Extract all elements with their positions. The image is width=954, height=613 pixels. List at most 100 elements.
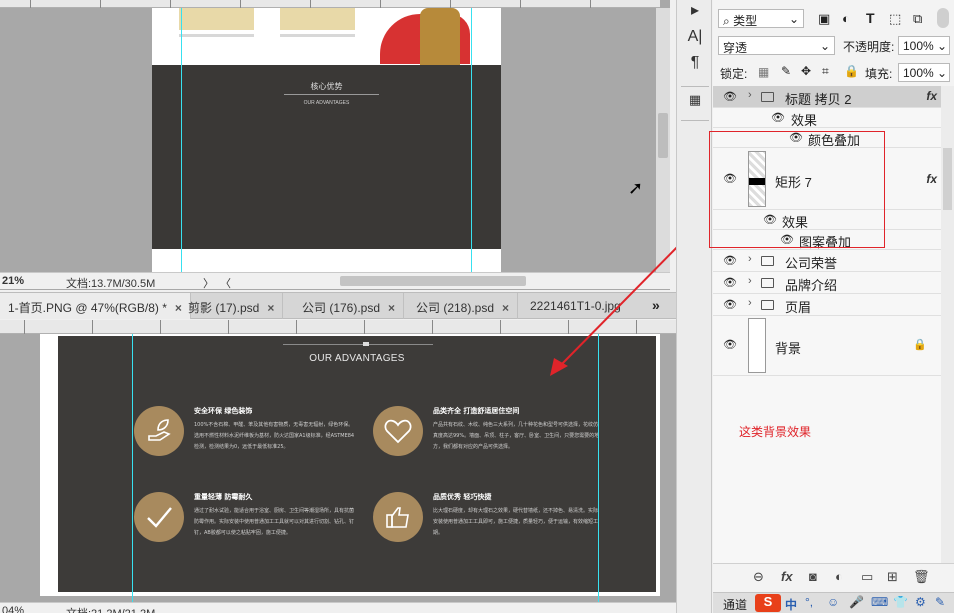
layer-row[interactable]: 👁 › 品牌介绍	[713, 272, 941, 294]
fill-label: 填充:	[865, 67, 893, 81]
character-panel-icon[interactable]: A|	[683, 28, 707, 50]
layer-thumbnail	[748, 318, 766, 373]
feature-text: 产品共有石纹、木纹、纯色三大系列，几十种花色和型号可供选择，花纹仿真度高达99%…	[433, 422, 600, 450]
tab-1-home[interactable]: 1-首页.PNG @ 47%(RGB/8) * ×	[0, 293, 191, 319]
fx-icon[interactable]: fx	[926, 172, 937, 186]
paragraph-panel-icon[interactable]: ¶	[683, 54, 707, 76]
opacity-input[interactable]: 100% ⌄	[898, 36, 950, 55]
microphone-icon[interactable]: 🎤	[849, 595, 864, 609]
guide-line[interactable]	[132, 334, 133, 604]
feature-text: 比大理石硬度，却有大理石之效果，硬代替墙纸，还不掉色、易清洗。实际安装使用普通加…	[433, 508, 599, 536]
layers-scrollbar[interactable]	[941, 86, 954, 564]
settings-icon[interactable]: ⚙	[915, 595, 926, 609]
feature-heading: 重量轻薄 防霉耐久	[194, 493, 253, 501]
status-bar: 04% 文档:21.2M/21.2M	[0, 602, 676, 613]
type-filter-icon[interactable]: T	[866, 10, 875, 26]
thumbs-up-icon	[373, 492, 423, 542]
lock-icon: 🔒	[913, 339, 927, 351]
visibility-eye-icon[interactable]: 👁	[771, 111, 785, 124]
blend-mode-select[interactable]: 穿透 ⌄	[718, 36, 835, 55]
fill-input[interactable]: 100% ⌄	[898, 63, 950, 82]
mask-icon[interactable]: ◙	[809, 569, 817, 584]
ime-logo-icon: S	[755, 594, 781, 612]
lock-image-icon[interactable]: ✎	[781, 64, 791, 78]
image-filter-icon[interactable]: ▣	[818, 11, 830, 27]
lock-transparent-icon[interactable]: ▦	[758, 65, 769, 79]
folder-icon	[761, 92, 774, 102]
expand-arrow-icon[interactable]: ›	[748, 275, 752, 287]
scroll-left-icon[interactable]: 〈	[220, 275, 231, 290]
visibility-eye-icon[interactable]: 👁	[723, 338, 737, 351]
keyboard-icon[interactable]: ⌨	[871, 595, 888, 609]
section-title: 核心优势	[310, 82, 343, 91]
layer-row[interactable]: 👁 背景 🔒	[713, 316, 941, 376]
highlight-box	[709, 131, 885, 248]
hand-leaf-icon	[134, 406, 184, 456]
doc-info: 文档:13.7M/30.5M	[66, 278, 156, 290]
heart-icon	[373, 406, 423, 456]
filter-kind-select[interactable]: ⌕ 类型 ⌄	[718, 9, 804, 28]
lock-artboard-icon[interactable]: ⌗	[822, 64, 829, 79]
zoom-level[interactable]: 21%	[2, 275, 24, 287]
close-icon[interactable]: ×	[502, 301, 509, 315]
opacity-label: 不透明度:	[843, 40, 895, 54]
doc-info: 文档:21.2M/21.2M	[66, 605, 155, 613]
feature-text: 100%不含石棉、甲醛、苯及其他有害物质，无毒害无辐射，绿色环保。选用不燃性材料…	[194, 422, 355, 450]
channels-tab[interactable]: 通道	[723, 596, 747, 613]
folder-icon	[761, 256, 774, 266]
close-icon[interactable]: ×	[267, 301, 274, 315]
feature-heading: 品类齐全 打造舒适居住空间	[433, 407, 520, 415]
visibility-eye-icon[interactable]: 👁	[723, 276, 737, 289]
adjustment-filter-icon[interactable]: ◐	[842, 11, 850, 26]
fx-icon[interactable]: fx	[781, 569, 793, 584]
trash-icon[interactable]: 🗑	[913, 569, 930, 585]
link-icon[interactable]: ⊖	[753, 569, 764, 585]
feature-heading: 品质优秀 轻巧快捷	[433, 493, 492, 501]
play-action-icon[interactable]: ▸	[683, 0, 707, 22]
tab-silhouette[interactable]: 剪影 (17).psd ×	[180, 293, 284, 319]
effects-row[interactable]: 👁 效果	[713, 108, 941, 128]
filter-toggle[interactable]	[937, 8, 949, 28]
ime-mode-label[interactable]: 中	[785, 596, 797, 613]
fx-icon[interactable]: fx	[926, 89, 937, 103]
punctuation-icon[interactable]: °,	[805, 595, 813, 609]
section-subtitle: OUR ADVANTAGES	[303, 100, 350, 106]
visibility-eye-icon[interactable]: 👁	[723, 90, 737, 103]
guide-line[interactable]	[181, 8, 182, 272]
folder-icon	[761, 300, 774, 310]
annotation-text: 这类背景效果	[739, 425, 812, 439]
lock-all-icon[interactable]: 🔒	[844, 64, 859, 78]
expand-arrow-icon[interactable]: ›	[748, 297, 752, 309]
emoji-icon[interactable]: ☺	[827, 595, 839, 609]
new-layer-icon[interactable]: ⊞	[887, 569, 898, 585]
feature-text: 通过了耐水试验，能适合用于浴室、厨房、卫生间等潮湿场所，具有抗菌防霉作用。实际安…	[194, 508, 355, 536]
tab-company-218[interactable]: 公司 (218).psd ×	[408, 293, 519, 319]
visibility-eye-icon[interactable]: 👁	[723, 298, 737, 311]
expand-arrow-icon[interactable]: ›	[748, 89, 752, 101]
expand-arrow-icon[interactable]: ›	[748, 253, 752, 265]
zoom-level[interactable]: 04%	[2, 605, 24, 613]
3d-panel-icon[interactable]: ▦	[683, 92, 707, 114]
layer-row[interactable]: 👁 › 公司荣誉	[713, 250, 941, 272]
tab-company-176[interactable]: 公司 (176).psd ×	[294, 293, 405, 319]
lock-position-icon[interactable]: ✥	[801, 64, 811, 78]
canvas-header-area	[152, 8, 501, 65]
horizontal-ruler	[0, 0, 660, 8]
shape-filter-icon[interactable]: ⬚	[889, 11, 901, 27]
skin-icon[interactable]: 👕	[893, 595, 908, 609]
move-cursor-icon: ➚	[628, 178, 644, 198]
status-arrow-icon[interactable]: 〉	[203, 275, 214, 290]
smart-object-filter-icon[interactable]: ⧉	[913, 11, 922, 27]
folder-icon[interactable]: ▭	[861, 569, 873, 585]
layer-row[interactable]: 👁 › 标题 拷贝 2 fx	[713, 86, 941, 108]
visibility-eye-icon[interactable]: 👁	[723, 254, 737, 267]
adjustment-icon[interactable]: ◐	[835, 569, 843, 584]
guide-line[interactable]	[471, 8, 472, 272]
lock-label: 锁定:	[720, 67, 748, 81]
layer-row[interactable]: 👁 › 页眉	[713, 294, 941, 316]
horizontal-scroll-thumb[interactable]	[340, 276, 526, 286]
scroll-thumb[interactable]	[658, 113, 668, 158]
wrench-icon[interactable]: ✎	[935, 595, 945, 609]
close-icon[interactable]: ×	[388, 301, 395, 315]
panel-dock-toolbar: ▸ A| ¶ ▦	[676, 0, 712, 613]
